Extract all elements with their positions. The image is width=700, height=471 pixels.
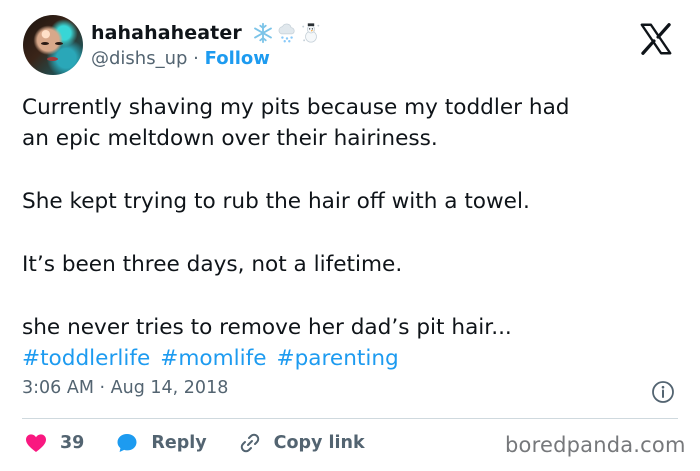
tweet-text-line: an epic meltdown over their hairiness. bbox=[22, 126, 438, 151]
reply-label: Reply bbox=[151, 433, 207, 453]
heart-icon bbox=[26, 434, 46, 452]
timestamp-row[interactable]: 3:06 AM · Aug 14, 2018 bbox=[22, 378, 228, 398]
like-count: 39 bbox=[60, 433, 85, 453]
author-handle[interactable]: @dishs_up bbox=[91, 48, 187, 69]
handle-row: @dishs_up · Follow bbox=[91, 48, 270, 69]
tweet-text-line: It’s been three days, not a lifetime. bbox=[22, 252, 403, 277]
divider bbox=[22, 418, 678, 419]
copy-link-button[interactable]: Copy link bbox=[238, 431, 365, 455]
tweet-time: 3:06 AM bbox=[22, 378, 94, 398]
link-icon bbox=[240, 433, 259, 453]
snowflake-icon bbox=[253, 22, 272, 44]
x-logo-icon[interactable] bbox=[638, 21, 674, 57]
snow-cloud-icon bbox=[278, 23, 295, 43]
boredpanda-watermark: boredpanda.com bbox=[505, 433, 686, 457]
tweet-date: Aug 14, 2018 bbox=[110, 378, 229, 398]
avatar-eye bbox=[41, 42, 49, 45]
hashtag-link[interactable]: #toddlerlife bbox=[22, 346, 150, 371]
hashtag-row: #toddlerlife #momlife #parenting bbox=[22, 343, 687, 374]
handle-separator: · bbox=[193, 48, 199, 69]
follow-button[interactable]: Follow bbox=[205, 48, 270, 69]
author-name-row: hahahaheater bbox=[91, 22, 322, 44]
hashtag-link[interactable]: #momlife bbox=[160, 346, 266, 371]
tweet-text-line: Currently shaving my pits because my tod… bbox=[22, 95, 570, 120]
timestamp-separator: · bbox=[99, 378, 106, 398]
tweet-actions: 39 Reply Copy link bbox=[24, 431, 396, 455]
avatar-lips bbox=[47, 57, 58, 61]
tweet-body: Currently shaving my pits because my tod… bbox=[22, 92, 687, 374]
reply-bubble-icon bbox=[117, 434, 137, 452]
tweet-text-line: she never tries to remove her dad’s pit … bbox=[22, 315, 512, 340]
name-emojis bbox=[252, 22, 322, 44]
reply-button[interactable]: Reply bbox=[115, 431, 207, 455]
like-button[interactable]: 39 bbox=[24, 431, 84, 455]
snowman-icon bbox=[302, 23, 320, 43]
avatar[interactable] bbox=[23, 15, 83, 75]
info-icon[interactable] bbox=[651, 380, 675, 404]
author-display-name[interactable]: hahahaheater bbox=[91, 22, 242, 44]
hashtag-link[interactable]: #parenting bbox=[277, 346, 399, 371]
tweet-text-line: She kept trying to rub the hair off with… bbox=[22, 189, 530, 214]
copy-link-label: Copy link bbox=[273, 433, 365, 453]
avatar-eye bbox=[55, 42, 63, 45]
